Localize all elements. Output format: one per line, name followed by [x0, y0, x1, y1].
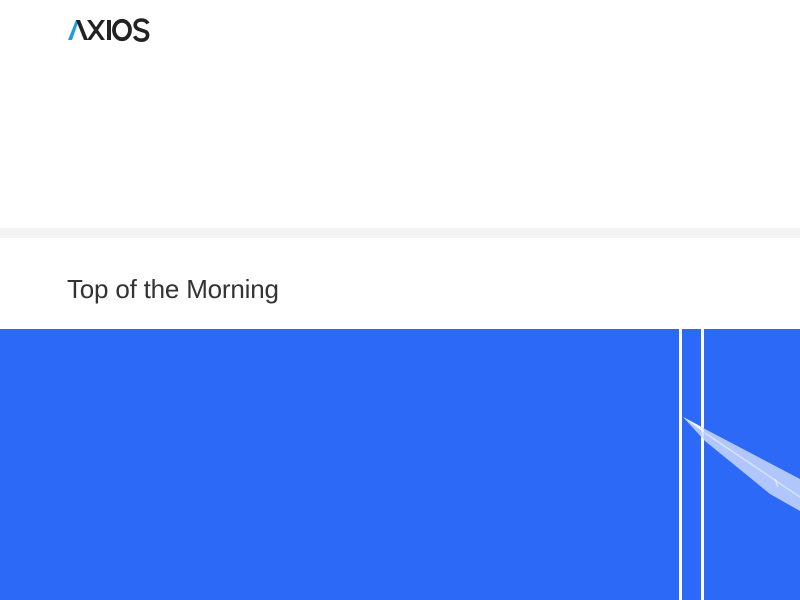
- axios-logo-icon: [68, 18, 150, 43]
- section-title: Top of the Morning: [67, 274, 279, 304]
- section-divider: [0, 228, 800, 238]
- page: Top of the Morning: [0, 0, 800, 600]
- site-header: [0, 0, 800, 228]
- airplane-contrail-illustration-icon: [0, 329, 800, 600]
- axios-logo-link[interactable]: [67, 17, 151, 43]
- hero-image: [0, 329, 800, 600]
